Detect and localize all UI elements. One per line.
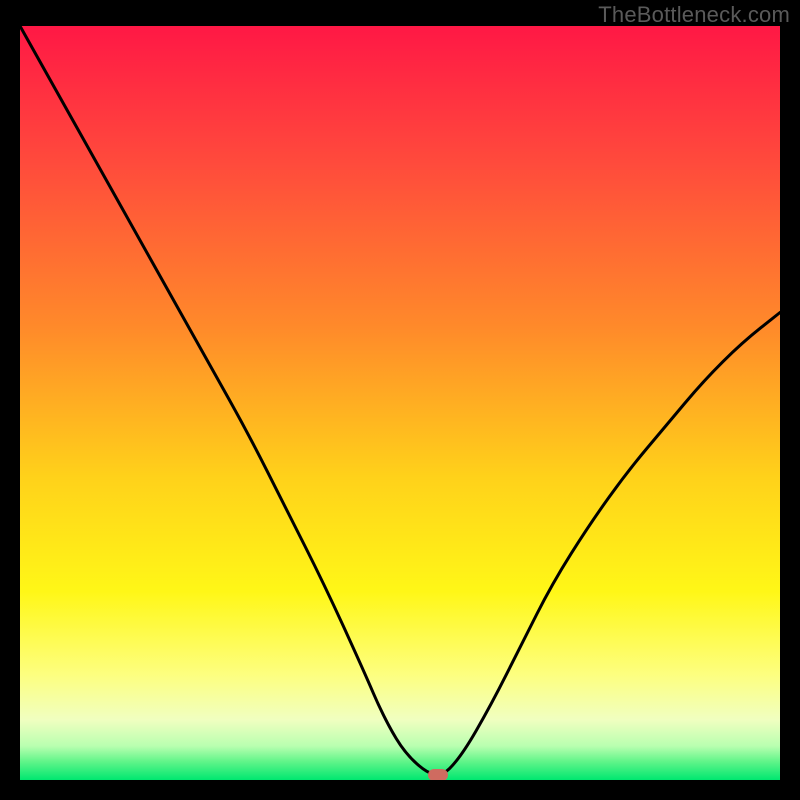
chart-plot-area [20, 26, 780, 780]
zero-bottleneck-marker [428, 769, 448, 780]
watermark-text: TheBottleneck.com [598, 2, 790, 28]
chart-curve [20, 26, 780, 780]
